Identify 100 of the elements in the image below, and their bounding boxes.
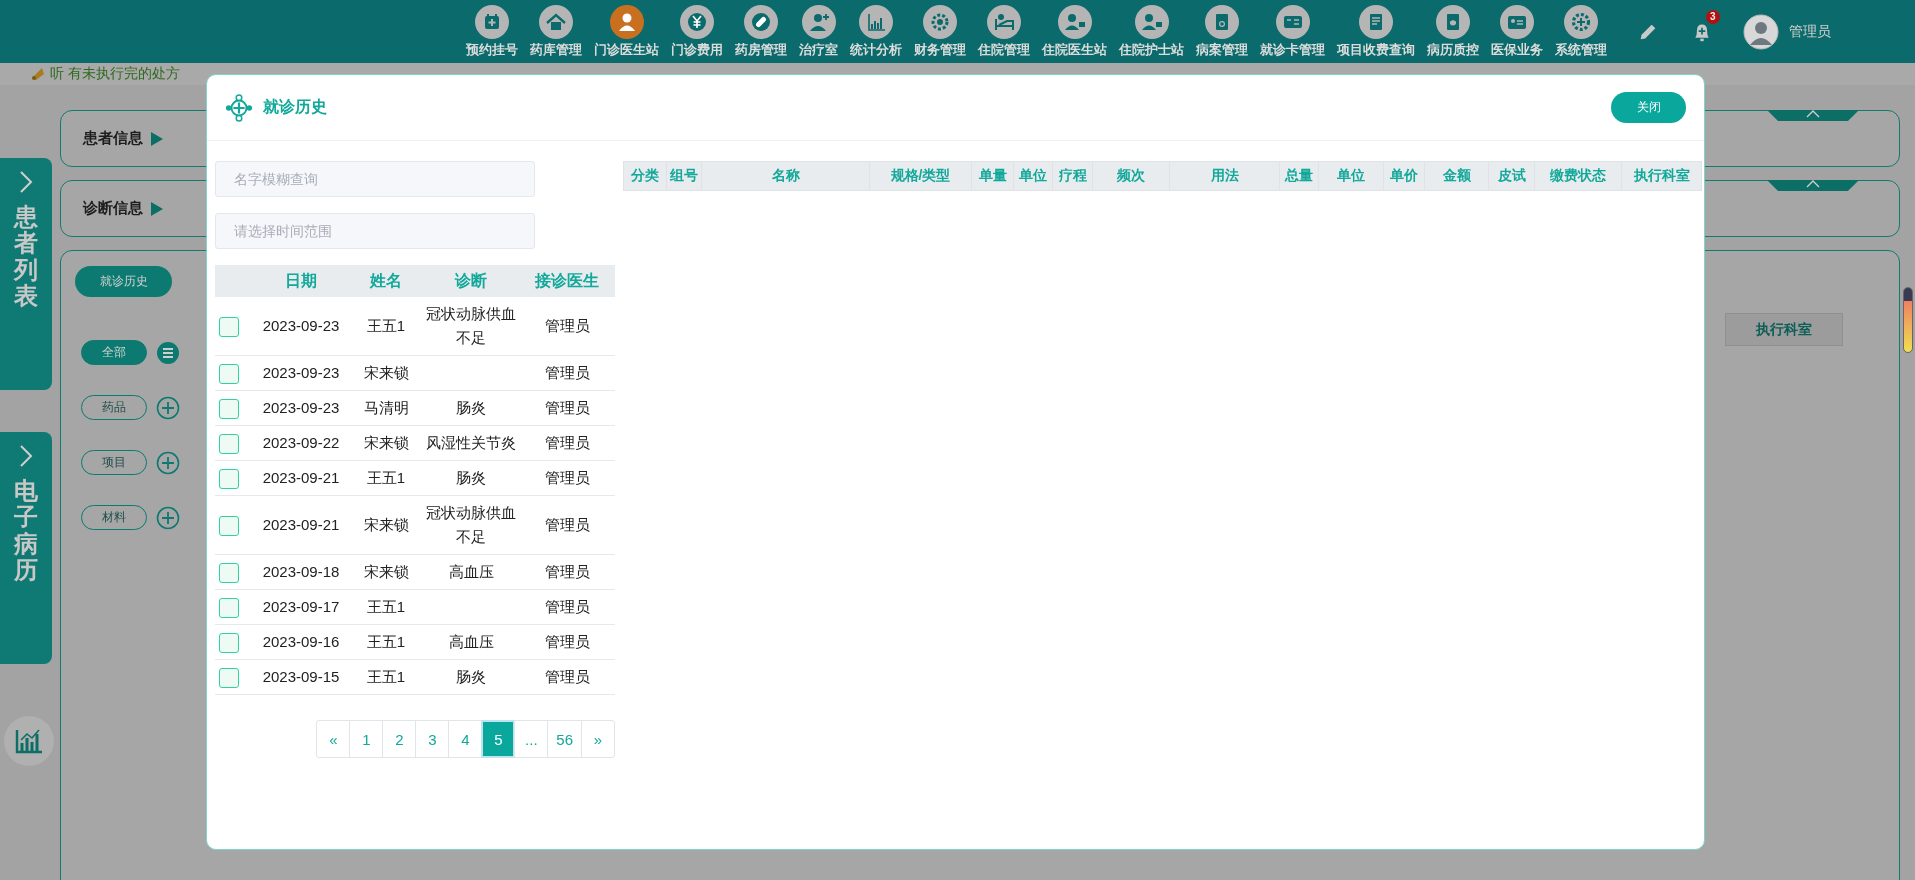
gear-icon[interactable]	[923, 4, 957, 39]
nav-item[interactable]: 病历质控	[1427, 4, 1479, 59]
table-cell: 管理员	[544, 469, 590, 486]
nav-item[interactable]: 住院护士站	[1119, 4, 1184, 59]
nav-item[interactable]: 项目收费查询	[1337, 4, 1415, 59]
dialog-title: 就诊历史	[263, 97, 327, 117]
bar-chart-icon[interactable]	[4, 716, 54, 766]
bar-chart-icon[interactable]	[859, 4, 893, 39]
checkbox[interactable]	[219, 399, 239, 420]
checkbox[interactable]	[219, 563, 239, 584]
checkbox[interactable]	[219, 364, 239, 385]
nurse-icon[interactable]	[801, 4, 836, 39]
page-button[interactable]: 2	[382, 720, 417, 758]
nav-item[interactable]: 系统管理	[1555, 4, 1607, 59]
document-icon[interactable]	[1436, 4, 1470, 39]
nav-item[interactable]: 门诊医生站	[594, 4, 659, 59]
nav-item[interactable]: 统计分析	[850, 4, 902, 59]
scroll-handle[interactable]	[1903, 287, 1913, 353]
checkbox[interactable]	[219, 668, 239, 689]
gear-icon[interactable]	[1564, 4, 1598, 39]
column-header: 疗程	[1052, 161, 1093, 191]
column-header: 接诊医生	[519, 265, 615, 297]
page-button[interactable]: ...	[514, 720, 549, 758]
checkbox[interactable]	[219, 317, 239, 338]
person-icon[interactable]	[1134, 4, 1169, 39]
user-name[interactable]: 管理员	[1789, 22, 1831, 41]
plus-icon[interactable]	[156, 505, 180, 530]
checkbox[interactable]	[219, 633, 239, 654]
page-button[interactable]: 5	[481, 720, 516, 758]
column-header: 单位	[1013, 161, 1053, 191]
name-search-field[interactable]: 名字模糊查询	[215, 161, 535, 197]
pill-icon[interactable]	[744, 4, 778, 39]
nav-item[interactable]: 病案管理	[1196, 4, 1248, 59]
table-cell: 2023-09-23	[262, 317, 340, 334]
side-tab[interactable]: 电子病历	[0, 432, 52, 664]
nav-item[interactable]: 医保业务	[1491, 4, 1543, 59]
nav-item[interactable]: 住院医生站	[1042, 4, 1107, 59]
checkbox[interactable]	[219, 516, 239, 537]
checkbox[interactable]	[219, 598, 239, 619]
notification-badge: 3	[1706, 9, 1720, 24]
nav-item[interactable]: 住院管理	[978, 4, 1030, 59]
page-button[interactable]: 1	[349, 720, 384, 758]
id-card-icon[interactable]	[1500, 4, 1534, 39]
table-cell: 高血压	[448, 633, 494, 650]
table-cell: 宋来锁	[363, 434, 409, 451]
table-cell: 管理员	[544, 317, 590, 334]
column-header: 名称	[701, 161, 870, 191]
bed-icon[interactable]	[987, 4, 1021, 39]
table-cell: 宋来锁	[363, 516, 409, 533]
table-cell: 2023-09-18	[262, 563, 340, 580]
page-button[interactable]: 4	[448, 720, 483, 758]
column-header: 执行科室	[1621, 161, 1702, 191]
house-icon[interactable]	[539, 4, 573, 39]
side-tab[interactable]: 患者列表	[0, 158, 52, 390]
menu-icon[interactable]	[156, 340, 180, 365]
document-icon[interactable]	[1205, 4, 1239, 39]
page-button[interactable]: «	[316, 720, 351, 758]
plus-icon[interactable]	[156, 450, 180, 475]
table-cell: 王五1	[366, 598, 406, 615]
date-range-field[interactable]: 请选择时间范围	[215, 213, 535, 249]
card-title: 诊断信息	[83, 199, 143, 218]
table-cell: 2023-09-17	[262, 598, 340, 615]
table-cell: 管理员	[544, 434, 590, 451]
yen-icon[interactable]	[680, 4, 714, 39]
column-header: 分类	[623, 161, 667, 191]
ticker-message: 听 有未执行完的处方	[50, 65, 180, 83]
table-cell: 风湿性关节炎	[426, 434, 516, 451]
table-cell: 管理员	[544, 598, 590, 615]
close-button[interactable]: 关闭	[1611, 92, 1686, 123]
column-header: 单位	[1318, 161, 1384, 191]
nav-item[interactable]: 治疗室	[799, 4, 838, 59]
filter-pill[interactable]: 全部	[81, 340, 147, 365]
column-header: 规格/类型	[869, 161, 972, 191]
card-icon[interactable]	[1275, 4, 1310, 39]
table-cell: 宋来锁	[363, 563, 409, 580]
chevron-up-icon	[1806, 110, 1820, 118]
page-button[interactable]: »	[581, 720, 615, 758]
person-icon[interactable]	[1057, 4, 1092, 39]
nav-item[interactable]: 门诊费用	[671, 4, 723, 59]
column-header: 组号	[666, 161, 702, 191]
page-button[interactable]: 3	[415, 720, 450, 758]
nav-item[interactable]: 药房管理	[735, 4, 787, 59]
nav-item[interactable]: 药库管理	[530, 4, 582, 59]
page-button[interactable]: 56	[547, 720, 582, 758]
doctor-icon[interactable]	[609, 4, 644, 39]
table-cell: 肠炎	[456, 469, 486, 486]
table-cell: 2023-09-15	[262, 668, 340, 685]
nav-item[interactable]: 预约挂号	[466, 4, 518, 59]
nav-item[interactable]: 就诊卡管理	[1260, 4, 1325, 59]
avatar-icon[interactable]	[1743, 13, 1779, 50]
nav-item[interactable]: 财务管理	[914, 4, 966, 59]
checkbox[interactable]	[219, 469, 239, 490]
document-icon[interactable]	[1359, 4, 1393, 39]
table-cell: 马清明	[363, 399, 409, 416]
history-button[interactable]: 就诊历史	[75, 266, 172, 297]
table-cell: 管理员	[544, 364, 590, 381]
plus-icon[interactable]	[156, 395, 180, 420]
calendar-icon[interactable]	[475, 4, 509, 39]
checkbox[interactable]	[219, 434, 239, 455]
triangle-icon	[151, 131, 163, 146]
